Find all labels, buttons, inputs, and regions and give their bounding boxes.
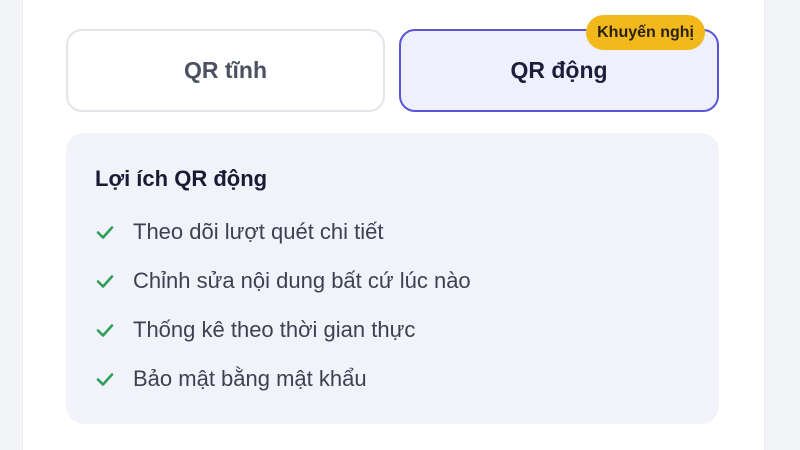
check-icon bbox=[96, 324, 114, 337]
dynamic-qr-label: QR động bbox=[510, 57, 608, 83]
check-icon bbox=[96, 275, 114, 288]
qr-type-selector: QR tĩnh QR động Khuyến nghị bbox=[66, 15, 719, 112]
benefit-label: Thống kê theo thời gian thực bbox=[133, 317, 416, 342]
dynamic-qr-benefits: Lợi ích QR động Theo dõi lượt quét chi t… bbox=[66, 133, 719, 424]
check-icon bbox=[96, 373, 114, 386]
benefit-item: Bảo mật bằng mật khẩu bbox=[95, 364, 367, 394]
benefit-label: Bảo mật bằng mật khẩu bbox=[133, 366, 367, 391]
benefit-item: Thống kê theo thời gian thực bbox=[95, 315, 415, 345]
benefit-item: Theo dõi lượt quét chi tiết bbox=[95, 217, 384, 247]
recommended-badge: Khuyến nghị bbox=[586, 15, 705, 50]
static-qr-option[interactable]: QR tĩnh bbox=[66, 29, 385, 112]
dynamic-qr-option[interactable]: QR động Khuyến nghị bbox=[399, 15, 719, 112]
benefit-label: Theo dõi lượt quét chi tiết bbox=[133, 219, 384, 244]
benefit-label: Chỉnh sửa nội dung bất cứ lúc nào bbox=[133, 268, 471, 293]
benefits-title: Lợi ích QR động bbox=[95, 166, 268, 191]
benefit-item: Chỉnh sửa nội dung bất cứ lúc nào bbox=[95, 266, 471, 296]
static-qr-label: QR tĩnh bbox=[183, 57, 268, 83]
check-icon bbox=[96, 226, 114, 239]
